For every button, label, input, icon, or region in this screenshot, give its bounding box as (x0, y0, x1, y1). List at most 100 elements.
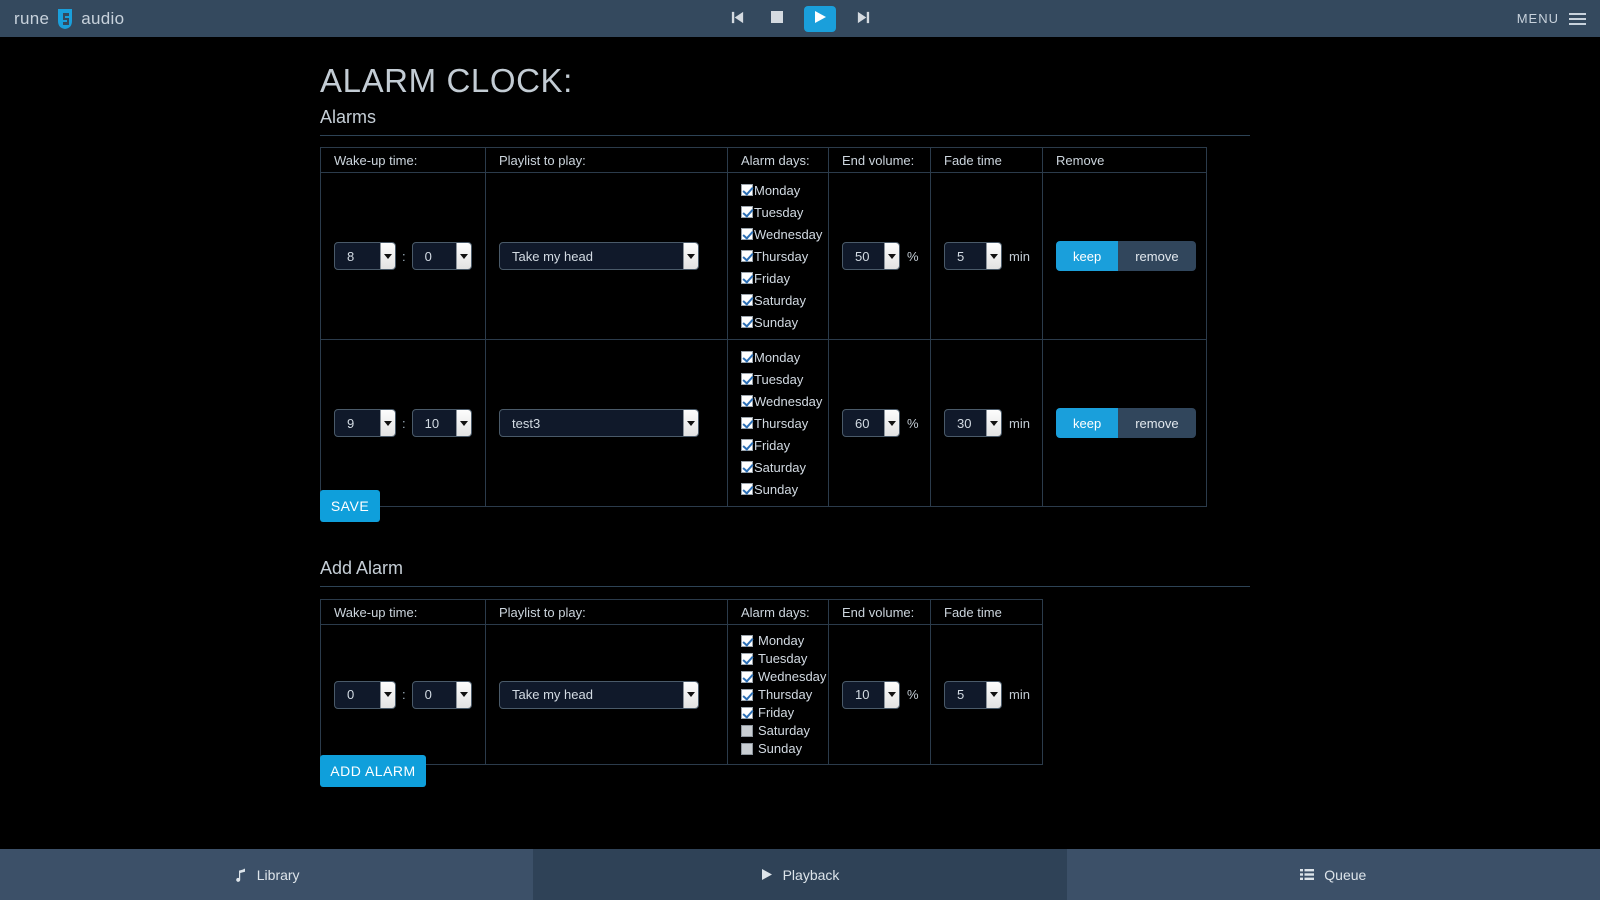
cell-fade-time: 30 min (930, 339, 1043, 507)
day-checkbox-thursday[interactable]: Thursday (741, 412, 828, 434)
day-checkbox-wednesday[interactable]: Wednesday (741, 223, 828, 245)
hour-select[interactable]: 0 (334, 680, 396, 709)
play-button[interactable] (804, 5, 836, 32)
checkbox-icon[interactable] (741, 670, 753, 683)
day-label: Wednesday (758, 669, 827, 684)
chevron-down-icon[interactable] (683, 243, 698, 269)
menu-button[interactable]: MENU (1517, 0, 1586, 37)
chevron-down-icon[interactable] (455, 681, 471, 708)
day-checkbox-monday[interactable]: Monday (741, 346, 828, 368)
checkbox-icon[interactable] (741, 417, 753, 429)
checkbox-icon[interactable] (741, 351, 753, 363)
day-label: Tuesday (754, 204, 804, 220)
nav-item-queue[interactable]: Queue (1066, 849, 1600, 900)
nav-item-library[interactable]: Library (0, 849, 534, 900)
end-volume-select[interactable]: 60 (842, 409, 900, 437)
hamburger-icon[interactable] (1569, 12, 1586, 25)
chevron-down-icon[interactable] (455, 410, 471, 436)
keep-button[interactable]: keep (1056, 241, 1119, 271)
day-checkbox-friday[interactable]: Friday (741, 434, 828, 456)
day-checkbox-thursday[interactable]: Thursday (741, 686, 828, 704)
next-button[interactable] (850, 6, 876, 32)
chevron-down-icon[interactable] (380, 681, 395, 708)
day-checkbox-thursday[interactable]: Thursday (741, 245, 828, 267)
day-checkbox-list: Monday Tuesday Wednesday Thursday Friday… (741, 340, 828, 506)
day-checkbox-wednesday[interactable]: Wednesday (741, 668, 828, 686)
chevron-down-icon[interactable] (986, 410, 1001, 436)
checkbox-icon[interactable] (741, 742, 753, 755)
chevron-down-icon[interactable] (986, 243, 1001, 269)
checkbox-icon[interactable] (741, 634, 753, 647)
chevron-down-icon[interactable] (380, 243, 395, 269)
day-checkbox-wednesday[interactable]: Wednesday (741, 390, 828, 412)
hour-select[interactable]: 9 (334, 409, 396, 437)
stop-button[interactable] (764, 6, 790, 32)
checkbox-icon[interactable] (741, 316, 753, 328)
brand-logo-area[interactable]: rune audio (14, 0, 124, 37)
cell-wake-up-time: 0 : 0 (320, 624, 486, 765)
day-checkbox-saturday[interactable]: Saturday (741, 289, 828, 311)
fade-time-select[interactable]: 30 (944, 409, 1002, 437)
add-alarm-button[interactable]: ADD ALARM (320, 755, 426, 787)
day-checkbox-tuesday[interactable]: Tuesday (741, 201, 828, 223)
checkbox-icon[interactable] (741, 461, 753, 473)
day-checkbox-friday[interactable]: Friday (741, 704, 828, 722)
chevron-down-icon[interactable] (455, 243, 471, 269)
chevron-down-icon[interactable] (884, 681, 899, 708)
cell-playlist: test3 (485, 339, 728, 507)
minute-select[interactable]: 0 (411, 680, 472, 709)
day-checkbox-saturday[interactable]: Saturday (741, 456, 828, 478)
day-checkbox-tuesday[interactable]: Tuesday (741, 650, 828, 668)
day-checkbox-sunday[interactable]: Sunday (741, 478, 828, 500)
checkbox-icon[interactable] (741, 395, 753, 407)
day-checkbox-sunday[interactable]: Sunday (741, 740, 828, 758)
save-button[interactable]: SAVE (320, 490, 380, 522)
fade-time-select[interactable]: 5 (944, 680, 1002, 709)
checkbox-icon[interactable] (741, 483, 753, 495)
checkbox-icon[interactable] (741, 688, 753, 701)
checkbox-icon[interactable] (741, 724, 753, 737)
playlist-select[interactable]: Take my head (499, 680, 699, 709)
day-label: Saturday (754, 292, 807, 308)
end-volume-select[interactable]: 10 (842, 680, 900, 709)
playlist-select[interactable]: test3 (499, 409, 699, 437)
remove-button[interactable]: remove (1118, 241, 1196, 271)
chevron-down-icon[interactable] (380, 410, 395, 436)
checkbox-icon[interactable] (741, 272, 753, 284)
day-label: Sunday (754, 481, 799, 497)
day-checkbox-monday[interactable]: Monday (741, 179, 828, 201)
nav-item-playback[interactable]: Playback (533, 849, 1067, 900)
cell-alarm-days: Monday Tuesday Wednesday Thursday Friday… (727, 624, 829, 765)
hour-value: 8 (347, 248, 355, 264)
checkbox-icon[interactable] (741, 706, 753, 719)
day-checkbox-tuesday[interactable]: Tuesday (741, 368, 828, 390)
minute-select[interactable]: 0 (411, 242, 472, 270)
chevron-down-icon[interactable] (884, 410, 899, 436)
checkbox-icon[interactable] (741, 439, 753, 451)
minute-select[interactable]: 10 (411, 409, 472, 437)
page-title: ALARM CLOCK: (320, 62, 573, 99)
chevron-down-icon[interactable] (683, 410, 698, 436)
checkbox-icon[interactable] (741, 228, 753, 240)
keep-button[interactable]: keep (1056, 408, 1119, 438)
remove-button[interactable]: remove (1118, 408, 1196, 438)
day-checkbox-monday[interactable]: Monday (741, 632, 828, 650)
day-checkbox-saturday[interactable]: Saturday (741, 722, 828, 740)
previous-button[interactable] (724, 6, 750, 32)
chevron-down-icon[interactable] (986, 681, 1001, 708)
day-label: Tuesday (754, 371, 804, 387)
checkbox-icon[interactable] (741, 294, 753, 306)
checkbox-icon[interactable] (741, 652, 753, 665)
chevron-down-icon[interactable] (884, 243, 899, 269)
chevron-down-icon[interactable] (683, 681, 698, 708)
hour-select[interactable]: 8 (334, 242, 396, 270)
fade-time-select[interactable]: 5 (944, 242, 1002, 270)
checkbox-icon[interactable] (741, 184, 753, 196)
playlist-select[interactable]: Take my head (499, 242, 699, 270)
day-checkbox-sunday[interactable]: Sunday (741, 311, 828, 333)
checkbox-icon[interactable] (741, 373, 753, 385)
day-checkbox-friday[interactable]: Friday (741, 267, 828, 289)
end-volume-select[interactable]: 50 (842, 242, 900, 270)
checkbox-icon[interactable] (741, 206, 753, 218)
checkbox-icon[interactable] (741, 250, 753, 262)
